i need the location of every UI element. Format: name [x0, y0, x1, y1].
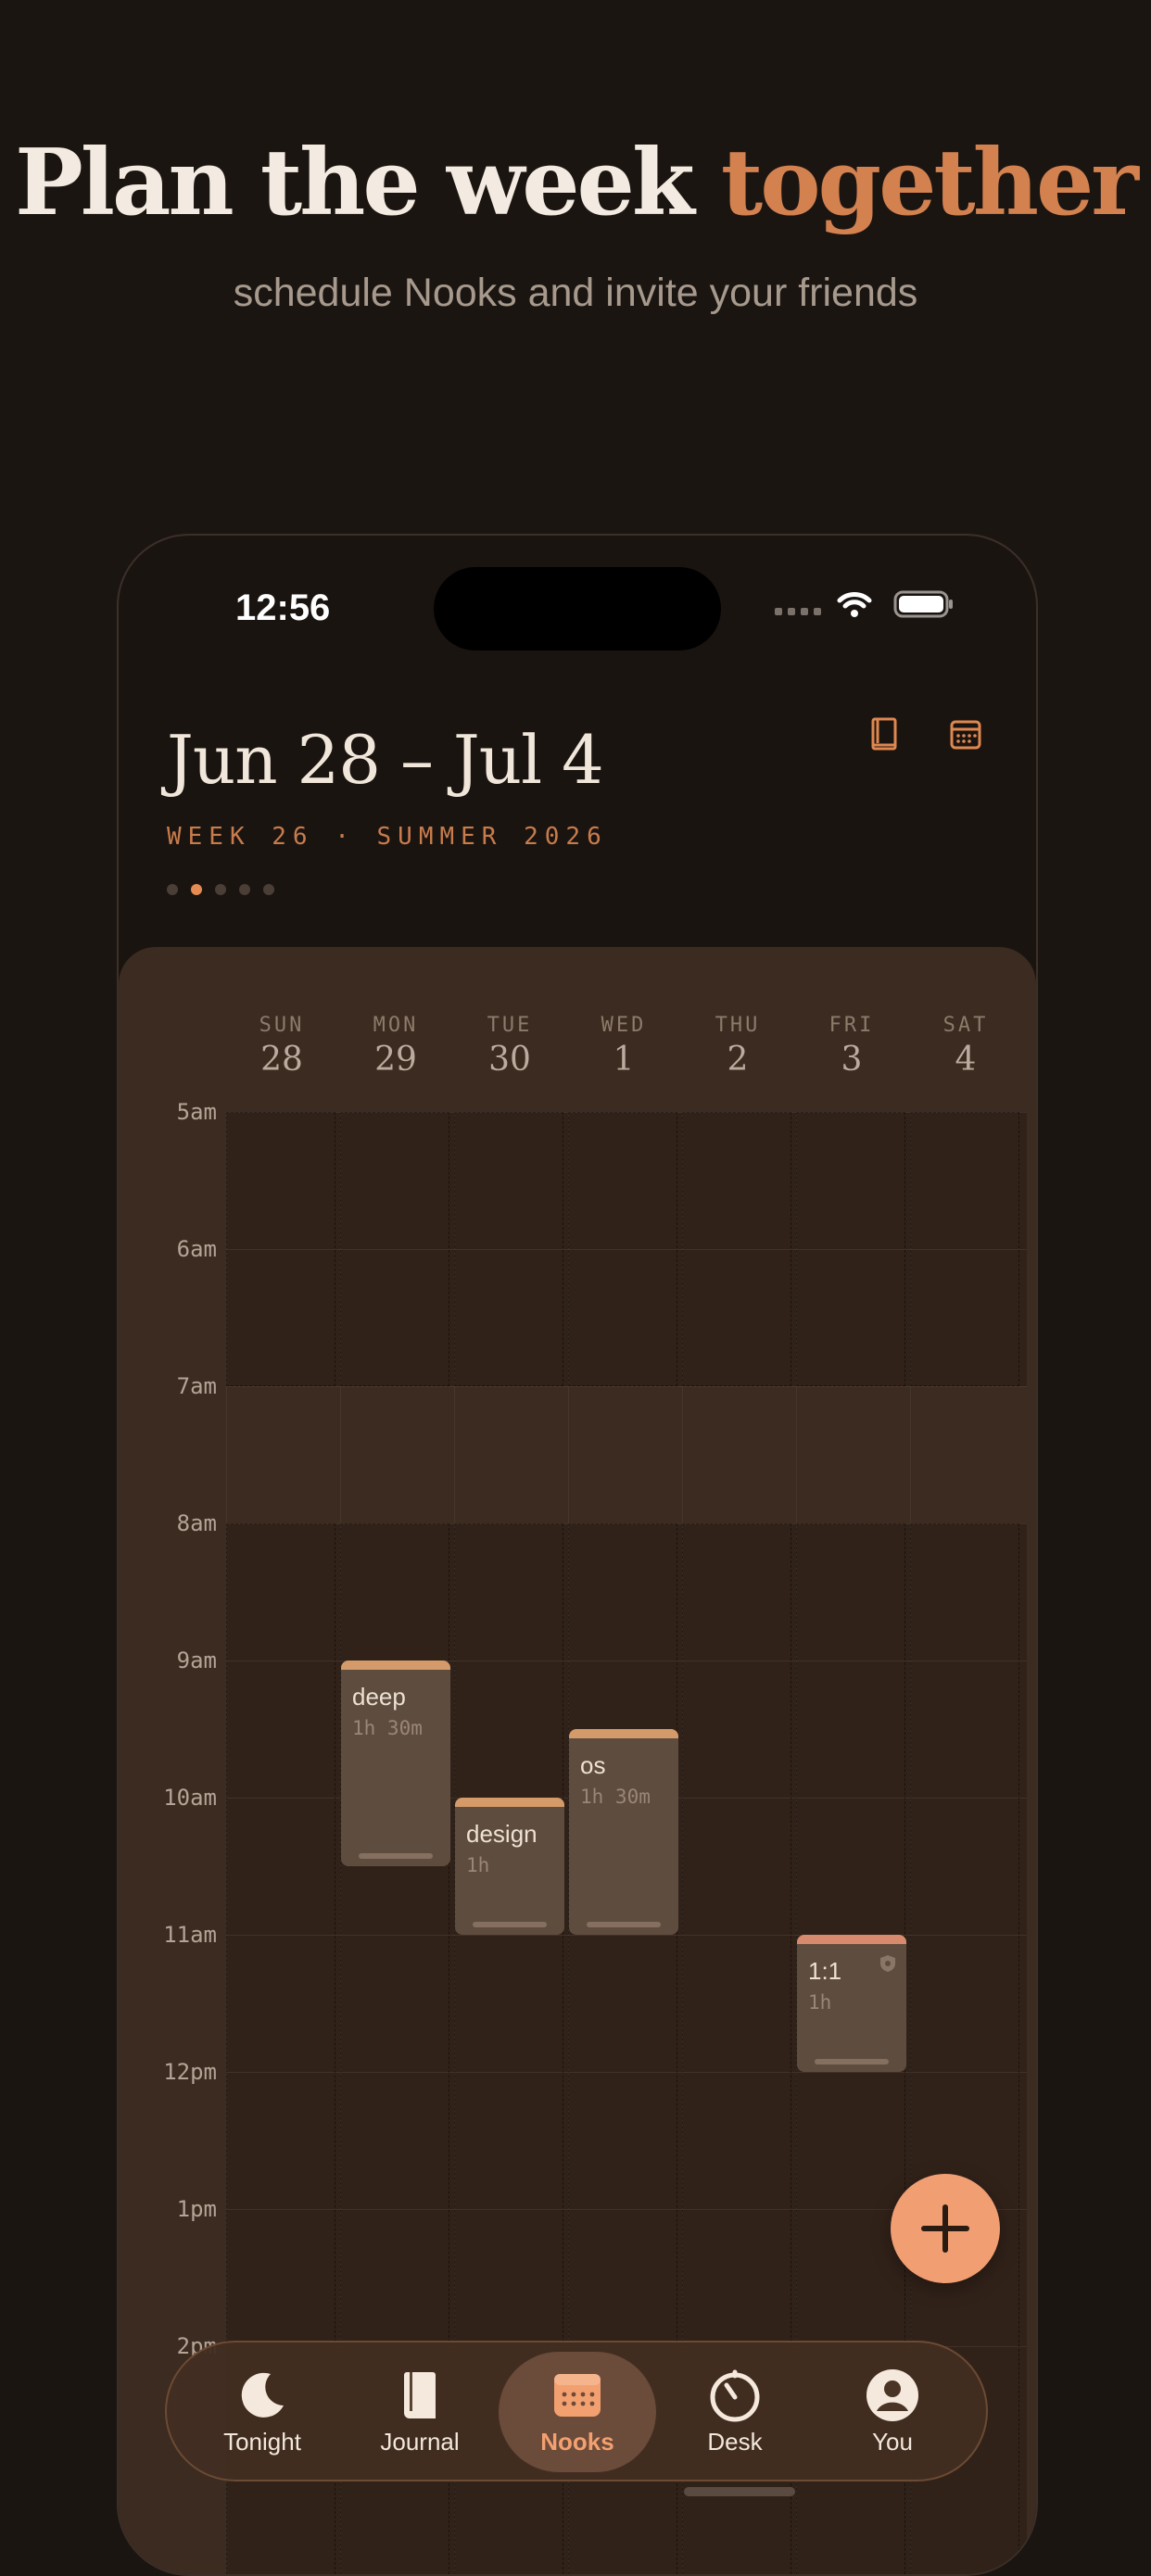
hour-label: 7am — [176, 1373, 217, 1399]
tab-nooks[interactable]: Nooks — [499, 2352, 656, 2472]
page-dot[interactable] — [167, 884, 178, 895]
hour-label: 9am — [176, 1648, 217, 1673]
wifi-icon — [837, 592, 872, 617]
day-name: SAT — [942, 1014, 989, 1037]
nook-event[interactable]: 1:1 1h — [797, 1935, 906, 2072]
page-dot[interactable] — [239, 884, 250, 895]
event-duration: 1h — [466, 1854, 490, 1876]
moon-icon — [241, 2372, 284, 2418]
event-duration: 1h 30m — [352, 1717, 423, 1739]
hour-line — [226, 1249, 1027, 1250]
book-icon[interactable] — [862, 712, 906, 756]
calendar-icon[interactable] — [943, 712, 988, 756]
tab-desk[interactable]: Desk — [656, 2352, 814, 2472]
hour-line — [226, 2072, 1027, 2073]
hour-label: 12pm — [163, 2059, 217, 2085]
day-number: 28 — [260, 1041, 303, 1079]
hour-label: 5am — [176, 1099, 217, 1125]
nook-event[interactable]: os 1h 30m — [569, 1729, 678, 1935]
hour-line — [226, 1935, 1027, 1936]
hour-label: 11am — [163, 1922, 217, 1948]
event-duration: 1h — [808, 1991, 832, 2014]
nook-event[interactable]: design 1h — [455, 1798, 564, 1935]
day-number: 3 — [841, 1041, 863, 1079]
dynamic-island — [434, 567, 721, 650]
tab-tonight[interactable]: Tonight — [183, 2352, 341, 2472]
day-header[interactable]: FRI 3 — [796, 1014, 907, 1079]
event-title: deep — [352, 1683, 406, 1711]
add-nook-button[interactable] — [891, 2174, 1000, 2283]
day-number: 4 — [955, 1041, 977, 1079]
hour-label: 10am — [163, 1785, 217, 1811]
hour-line — [226, 1112, 1027, 1113]
day-name: MON — [373, 1014, 419, 1037]
event-title: design — [466, 1820, 538, 1848]
book-icon — [404, 2372, 436, 2418]
event-color-bar — [455, 1798, 564, 1807]
day-header[interactable]: SUN 28 — [226, 1014, 337, 1079]
day-number: 2 — [727, 1041, 749, 1079]
day-header[interactable]: WED 1 — [568, 1014, 679, 1079]
status-time: 12:56 — [235, 587, 331, 628]
week-subtitle: WEEK 26 · SUMMER 2026 — [167, 823, 608, 851]
plus-icon — [921, 2204, 969, 2253]
page-dot[interactable] — [215, 884, 226, 895]
day-name: THU — [715, 1014, 761, 1037]
page-dot[interactable] — [191, 884, 202, 895]
home-indicator — [684, 2487, 795, 2496]
lock-icon — [880, 1955, 895, 1972]
page-dots[interactable] — [167, 884, 274, 895]
hero-headline: Plan the week together — [0, 130, 1151, 236]
day-number: 29 — [374, 1041, 417, 1079]
day-name: FRI — [828, 1014, 875, 1037]
event-color-bar — [797, 1935, 906, 1944]
phone-frame: 12:56 Jun 28 – Jul 4 WEEK 26 · SUMMER 20… — [117, 534, 1038, 2576]
day-number: 30 — [488, 1041, 531, 1079]
day-name: TUE — [487, 1014, 533, 1037]
resize-handle[interactable] — [473, 1922, 547, 1927]
tab-bar: Tonight Journal Nooks Desk You — [165, 2341, 988, 2481]
day-header[interactable]: TUE 30 — [454, 1014, 565, 1079]
tab-you[interactable]: You — [814, 2352, 971, 2472]
day-name: SUN — [259, 1014, 305, 1037]
hero-headline-main: Plan the week — [15, 130, 721, 236]
resize-handle[interactable] — [359, 1853, 433, 1859]
hero-subheadline: schedule Nooks and invite your friends — [233, 271, 918, 315]
resize-handle[interactable] — [815, 2059, 889, 2065]
page-dot[interactable] — [263, 884, 274, 895]
week-title: Jun 28 – Jul 4 — [167, 721, 604, 799]
timer-icon — [710, 2369, 760, 2422]
hour-label: 8am — [176, 1510, 217, 1536]
profile-icon — [866, 2369, 918, 2421]
day-name: WED — [601, 1014, 647, 1037]
event-title: os — [580, 1751, 606, 1779]
resize-handle[interactable] — [587, 1922, 661, 1927]
event-duration: 1h 30m — [580, 1786, 651, 1808]
nook-event[interactable]: deep 1h 30m — [341, 1661, 450, 1866]
hour-label: 6am — [176, 1236, 217, 1262]
event-color-bar — [569, 1729, 678, 1738]
day-header[interactable]: THU 2 — [682, 1014, 793, 1079]
hour-line — [226, 1386, 1027, 1387]
day-number: 1 — [613, 1041, 635, 1079]
calendar-icon — [554, 2374, 601, 2417]
week-calendar: SUN 28 MON 29 TUE 30 WED 1 THU 2 FRI 3 SAT 4 5am 6am 7a… — [119, 947, 1036, 2574]
day-header[interactable]: MON 29 — [340, 1014, 451, 1079]
day-header[interactable]: SAT 4 — [910, 1014, 1021, 1079]
hour-label: 1pm — [176, 2196, 217, 2222]
cellular-signal-icon — [775, 608, 821, 615]
battery-icon — [893, 590, 953, 618]
hero-headline-accent: together — [720, 130, 1139, 236]
event-color-bar — [341, 1661, 450, 1670]
hour-line — [226, 1523, 1027, 1524]
tab-journal[interactable]: Journal — [341, 2352, 499, 2472]
